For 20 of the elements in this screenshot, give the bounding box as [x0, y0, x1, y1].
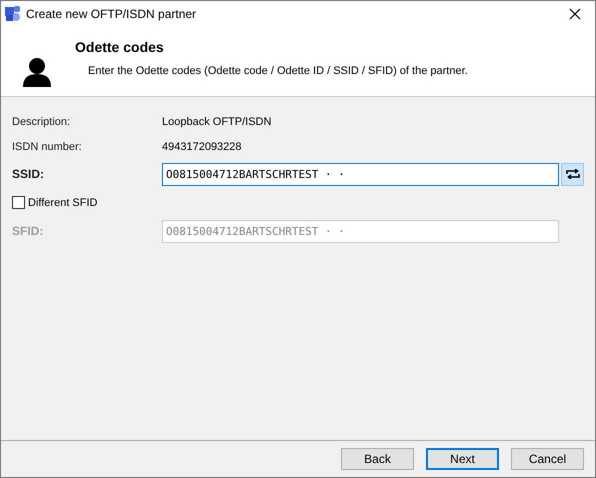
field-label: ISDN number: — [12, 140, 83, 152]
swap-icon — [566, 169, 580, 179]
checkbox-label[interactable]: Different SFID — [28, 196, 98, 208]
dialog-button[interactable]: Cancel — [511, 448, 584, 470]
swap-button[interactable] — [561, 162, 584, 186]
field-label: Description: — [12, 116, 72, 128]
close-icon[interactable] — [569, 8, 581, 20]
dialog-button[interactable]: Next — [426, 448, 499, 470]
field-label: SFID: — [12, 224, 44, 238]
ssid-field[interactable]: O0815004712BARTSCHRTEST · · — [162, 162, 559, 186]
person-icon — [23, 57, 51, 87]
checkbox[interactable] — [12, 196, 25, 209]
window-title: Create new OFTP/ISDN partner — [26, 6, 198, 20]
dialog-button[interactable]: Back — [341, 448, 414, 470]
field-value: 4943172093228 — [162, 140, 242, 152]
section-title: Odette codes — [75, 39, 165, 55]
field-label: SSID: — [12, 167, 46, 181]
app-icon — [5, 6, 21, 22]
field-value: Loopback OFTP/ISDN — [162, 116, 272, 128]
section-description: Enter the Odette codes (Odette code / Odette ID / SSID / SFID) of the partner. — [87, 65, 468, 77]
